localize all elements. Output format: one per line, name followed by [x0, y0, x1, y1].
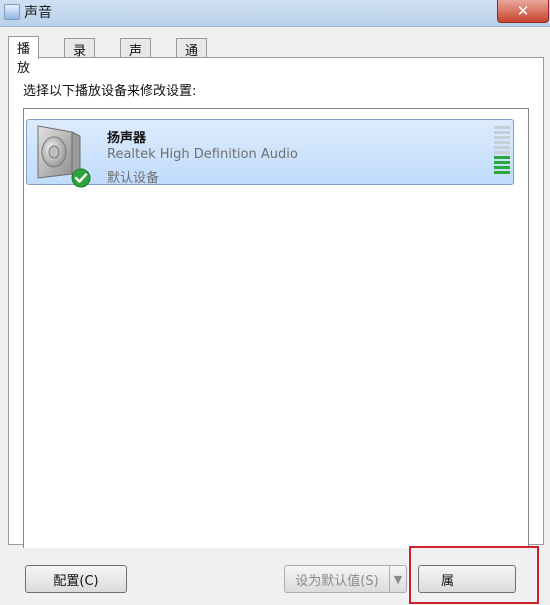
playback-panel: 选择以下播放设备来修改设置: 扬声器 Realtek High Definiti…: [8, 57, 544, 548]
configure-button[interactable]: 配置(C): [25, 565, 127, 593]
set-default-button[interactable]: 设为默认值(S): [284, 565, 390, 593]
tab-sounds[interactable]: 声音: [120, 38, 152, 78]
title-bar: 声音 ✕: [0, 0, 550, 27]
device-description: Realtek High Definition Audio: [107, 147, 298, 162]
set-default-dropdown-button[interactable]: ▼: [389, 565, 407, 593]
volume-meter: [494, 126, 510, 178]
close-button[interactable]: ✕: [497, 0, 549, 23]
check-icon: [71, 168, 91, 188]
device-list[interactable]: 扬声器 Realtek High Definition Audio 默认设备: [23, 108, 529, 548]
device-status: 默认设备: [107, 171, 160, 186]
device-item-speakers[interactable]: 扬声器 Realtek High Definition Audio 默认设备: [26, 119, 514, 188]
instruction-text: 选择以下播放设备来修改设置:: [23, 84, 197, 99]
tab-communications[interactable]: 通信: [176, 38, 208, 78]
window-title: 声音: [24, 5, 52, 21]
device-name: 扬声器: [107, 131, 147, 146]
chevron-down-icon: ▼: [393, 572, 403, 586]
tab-recording[interactable]: 录制: [64, 38, 96, 78]
tab-playback[interactable]: 播放: [8, 36, 40, 76]
highlight-annotation-box: [409, 546, 539, 604]
sound-app-icon: [4, 4, 20, 20]
close-icon: ✕: [516, 1, 530, 20]
